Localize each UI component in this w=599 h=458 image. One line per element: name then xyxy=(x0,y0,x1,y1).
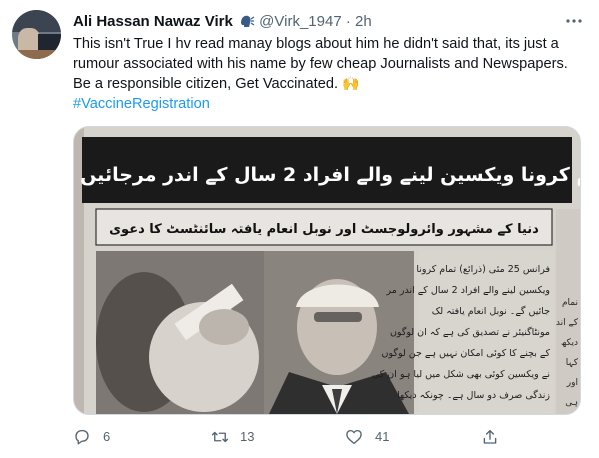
side-column-line: دیکھ xyxy=(561,338,578,348)
tweet-text-line: Be a responsible citizen, Get Vaccinated… xyxy=(73,74,585,95)
raising-hands-emoji: 🙌 xyxy=(342,75,360,91)
reply-count: 6 xyxy=(103,429,111,444)
tweet-text-segment: Be a responsible citizen, Get Vaccinated… xyxy=(73,76,343,92)
author-name[interactable]: Ali Hassan Nawaz Virk xyxy=(73,13,233,30)
side-column-line: ہی xyxy=(565,398,578,408)
side-column-line: اور xyxy=(566,378,578,388)
tweet-card[interactable]: Ali Hassan Nawaz Virk @Virk_1947 · 2h Th… xyxy=(0,0,599,458)
tweet-text: This isn't True I hv read manay blogs ab… xyxy=(73,35,585,114)
tweet-header: Ali Hassan Nawaz Virk @Virk_1947 · 2h xyxy=(73,12,599,32)
tweet-timestamp[interactable]: 2h xyxy=(355,13,372,30)
article-line: ویکسین لینے والے افراد 2 سال کے اندر مر xyxy=(386,285,550,296)
side-column-line: کے اند xyxy=(556,318,579,328)
article-line: مونٹاگنیئر نے تصدیق کی ہے کہ ان لوگوں xyxy=(390,326,550,338)
share-icon xyxy=(483,429,497,444)
more-options-icon[interactable] xyxy=(563,12,585,32)
separator-dot: · xyxy=(345,13,351,30)
retweet-icon xyxy=(211,431,229,443)
tweet-actions: 6 13 41 xyxy=(73,426,579,448)
avatar[interactable] xyxy=(12,10,61,59)
newspaper-subheadline: دنیا کے مشہور وائرولوجسٹ اور نوبل انعام … xyxy=(109,222,539,237)
newspaper-headline: تمام کرونا ویکسین لینے والے افراد 2 سال … xyxy=(74,163,580,186)
reply-icon xyxy=(75,429,89,445)
newspaper-clipping-image: تمام کرونا ویکسین لینے والے افراد 2 سال … xyxy=(74,127,580,414)
retweet-count: 13 xyxy=(240,429,255,444)
like-count: 41 xyxy=(375,429,390,444)
tweet-text-line: This isn't True I hv read manay blogs ab… xyxy=(73,36,559,52)
heart-icon xyxy=(346,429,362,445)
side-column-line: کہا xyxy=(566,358,579,368)
article-line: کے بچنے کا کوئی امکان نہیں ہے جن لوگوں xyxy=(382,347,551,359)
tweet-media-image[interactable]: تمام کرونا ویکسین لینے والے افراد 2 سال … xyxy=(73,126,581,415)
author-handle[interactable]: @Virk_1947 xyxy=(259,13,342,30)
article-line: جائیں گے۔ نوبل انعام یافتہ لک xyxy=(432,305,550,317)
speaking-head-emoji-icon xyxy=(240,15,255,27)
article-line: نے ویکسین کوئی بھی شکل میں لیا ہو ان کی xyxy=(372,369,550,380)
side-column-line: نمام xyxy=(562,298,578,308)
hashtag-link[interactable]: #VaccineRegistration xyxy=(73,95,585,115)
tweet-text-line: rumour associated with his name by few c… xyxy=(73,55,568,72)
article-line: فرانس 25 مئی (ذرائع) تمام کرونا xyxy=(416,264,550,275)
article-line: زندگی صرف دو سال ہے۔ چونکہ دیکھا xyxy=(397,389,550,401)
news-photo xyxy=(96,251,414,414)
